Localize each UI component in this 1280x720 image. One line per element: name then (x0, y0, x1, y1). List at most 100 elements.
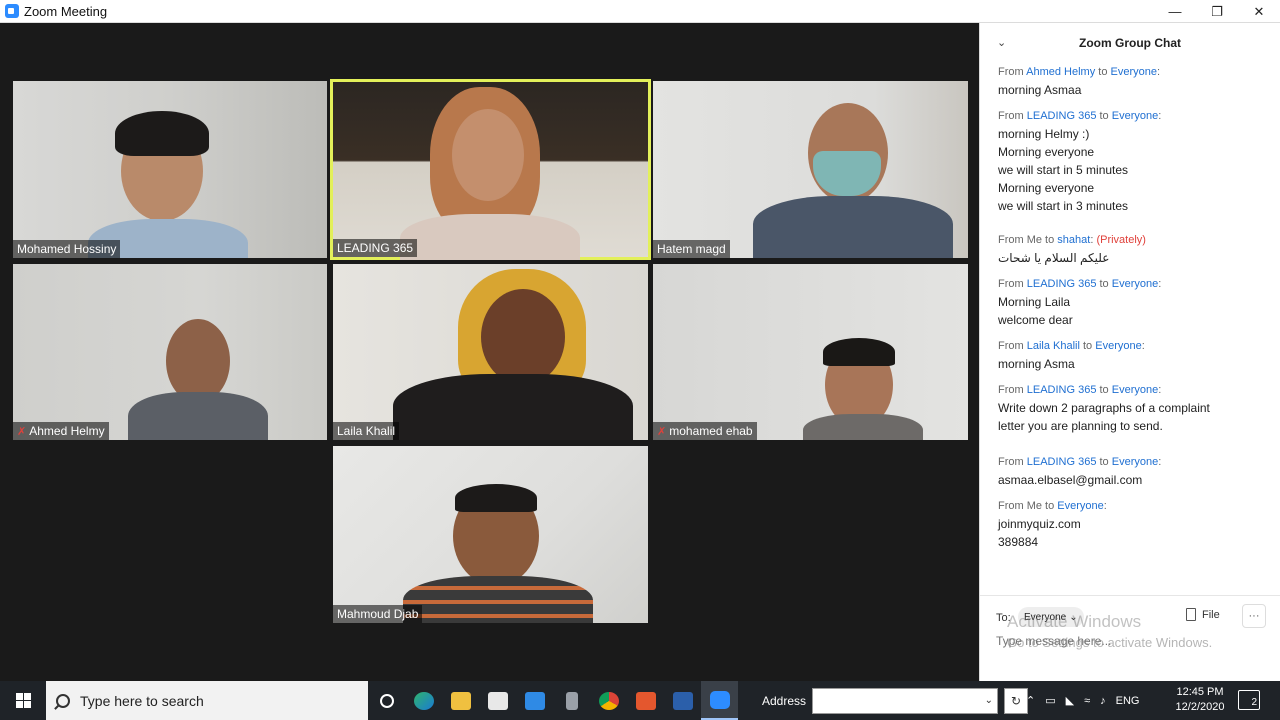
activate-windows-subtext: Go to Settings to activate Windows. (1007, 635, 1213, 650)
colon: : (1158, 278, 1162, 290)
chevron-up-icon[interactable]: ⌃ (1026, 694, 1035, 707)
chat-message: From Ahmed Helmy to Everyone: morning Asm… (998, 65, 1273, 99)
sender-name[interactable]: Laila Khalil (1027, 340, 1080, 352)
message-meta: From LEADING 365 to Everyone: (998, 383, 1273, 397)
refresh-icon[interactable]: ↻ (1004, 687, 1029, 714)
recipient-name[interactable]: Everyone (1112, 384, 1158, 396)
chat-message: From LEADING 365 to Everyone: morning Hel… (998, 109, 1273, 215)
message-meta: From Ahmed Helmy to Everyone: (998, 65, 1273, 79)
chat-message: From Me to shahat: (Privately) عليكم السل… (998, 233, 1273, 267)
edge-icon[interactable] (405, 681, 442, 720)
message-text: welcome dear (998, 313, 1073, 327)
video-tile[interactable]: Mahmoud Djab (333, 446, 648, 623)
message-meta: From LEADING 365 to Everyone: (998, 277, 1273, 291)
notification-count: 2 (1251, 697, 1257, 708)
sender-name[interactable]: LEADING 365 (1027, 456, 1097, 468)
sender-name[interactable]: LEADING 365 (1027, 110, 1097, 122)
video-tile[interactable]: Mohamed Hossiny (13, 81, 327, 258)
recipient-name[interactable]: Everyone (1112, 110, 1158, 122)
message-text: letter you are planning to send. (998, 419, 1163, 433)
to-label: to (1079, 340, 1096, 352)
file-button[interactable]: File (1186, 608, 1220, 621)
app-icon[interactable] (553, 681, 590, 720)
close-icon[interactable]: ✕ (1238, 0, 1280, 23)
video-tile[interactable]: ✗ mohamed ehab (653, 264, 968, 440)
chat-panel: ⌄ Zoom Group Chat From Ahmed Helmy to Ev… (979, 23, 1280, 681)
chrome-icon[interactable] (590, 681, 627, 720)
message-meta: From LEADING 365 to Everyone: (998, 455, 1273, 469)
chat-message: From LEADING 365 to Everyone: Write down … (998, 383, 1273, 435)
message-text: we will start in 5 minutes (998, 163, 1129, 177)
video-tile[interactable]: ✗ Ahmed Helmy (13, 264, 327, 440)
colon: : (1158, 456, 1162, 468)
taskbar-search[interactable]: Type here to search (46, 681, 368, 720)
message-text: morning Helmy :) (998, 127, 1090, 141)
message-meta: From Me to Everyone: (998, 499, 1273, 513)
muted-mic-icon: ✗ (657, 425, 667, 438)
start-button[interactable] (0, 681, 46, 720)
system-tray: ⌃ ▭ ◣ ≈ ♪ ENG (1026, 681, 1139, 720)
search-icon (56, 693, 70, 708)
wifi-icon[interactable]: ≈ (1084, 695, 1090, 707)
clock-date: 12/2/2020 (1175, 701, 1225, 713)
participant-name-tag: Hatem magd (653, 240, 730, 258)
more-options-button[interactable]: ··· (1242, 604, 1266, 628)
chevron-down-icon[interactable]: ⌄ (997, 36, 1006, 49)
chat-message: From Me to Everyone: joinmyquiz.com 389884 (998, 499, 1273, 551)
minimize-icon[interactable]: ― (1154, 0, 1196, 23)
recipient-name[interactable]: Everyone (1112, 456, 1158, 468)
video-tile[interactable]: Laila Khalil (333, 264, 648, 440)
zoom-app-icon (5, 4, 19, 18)
video-tile-active-speaker[interactable]: LEADING 365 (330, 79, 651, 260)
message-text: asmaa.elbasel@gmail.com (998, 473, 1143, 487)
office-icon[interactable] (627, 681, 664, 720)
volume-icon[interactable]: ♪ (1100, 695, 1106, 707)
recipient-name[interactable]: Everyone (1111, 66, 1157, 78)
colon: : (1141, 340, 1145, 352)
to-label: to (1096, 110, 1112, 122)
recipient-name[interactable]: Everyone (1057, 500, 1103, 512)
message-text: Write down 2 paragraphs of a complaint (998, 401, 1210, 415)
sender-name[interactable]: LEADING 365 (1027, 278, 1097, 290)
address-input[interactable]: ⌄ (812, 687, 999, 714)
participant-name-tag: Mohamed Hossiny (13, 240, 121, 258)
zoom-taskbar-icon[interactable] (701, 681, 738, 720)
address-label: Address (762, 693, 807, 708)
word-icon[interactable] (664, 681, 701, 720)
from-label: From (998, 110, 1027, 122)
restore-icon[interactable]: ❐ (1196, 0, 1238, 23)
windows-logo-icon (15, 693, 31, 708)
windows-taskbar: Type here to search Address ⌄ ↻ ⌃ ▭ ◣ ≈ … (0, 681, 1280, 720)
message-text: joinmyquiz.com (998, 517, 1081, 531)
from-label: From (998, 456, 1027, 468)
chat-message: From LEADING 365 to Everyone: Morning Lai… (998, 277, 1273, 329)
message-text: Morning everyone (998, 145, 1095, 159)
store-icon[interactable] (479, 681, 516, 720)
message-text: عليكم السلام يا شحات (998, 251, 1110, 265)
sender-name[interactable]: Ahmed Helmy (1026, 66, 1095, 78)
from-label: From (998, 384, 1027, 396)
notification-center-icon[interactable]: 2 (1238, 690, 1260, 710)
recipient-name[interactable]: Everyone (1112, 278, 1158, 290)
file-explorer-icon[interactable] (442, 681, 479, 720)
battery-icon[interactable]: ▭ (1045, 694, 1055, 707)
message-meta: From Laila Khalil to Everyone: (998, 339, 1273, 353)
system-clock[interactable]: 12:45 PM 12/2/2020 (1168, 685, 1232, 715)
window-title: Zoom Meeting (24, 3, 108, 19)
message-text: Morning everyone (998, 181, 1095, 195)
to-label: to (1096, 278, 1112, 290)
mail-icon[interactable] (516, 681, 553, 720)
recipient-name[interactable]: shahat (1057, 234, 1090, 246)
chat-message-list: From Ahmed Helmy to Everyone: morning Asm… (998, 65, 1273, 561)
message-text: morning Asmaa (998, 83, 1082, 97)
video-tile[interactable]: Hatem magd (653, 81, 968, 258)
task-view-icon[interactable] (368, 681, 405, 720)
file-label: File (1202, 608, 1220, 621)
colon: : (1156, 66, 1161, 78)
language-indicator[interactable]: ENG (1116, 695, 1140, 707)
sender-name[interactable]: LEADING 365 (1027, 384, 1097, 396)
recipient-name[interactable]: Everyone (1095, 340, 1141, 352)
network-icon[interactable]: ◣ (1066, 694, 1074, 707)
muted-mic-icon: ✗ (17, 425, 27, 438)
activate-windows-watermark: Activate Windows (1007, 612, 1142, 631)
